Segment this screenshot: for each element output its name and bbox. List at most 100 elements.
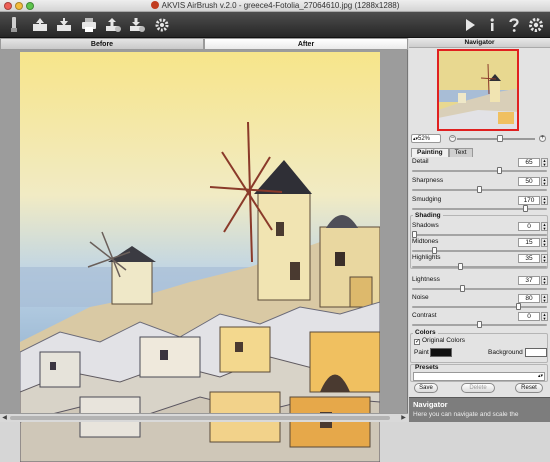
param-highlights: Highlights 35 ▲ ▼ xyxy=(412,254,548,272)
zoom-slider[interactable] xyxy=(457,135,535,142)
shadows-value-field[interactable]: 0 xyxy=(518,222,540,231)
checkbox-checked-icon: ✓ xyxy=(414,339,421,345)
highlights-value-field[interactable]: 35 xyxy=(518,254,540,263)
sharpness-slider-thumb[interactable] xyxy=(477,186,482,193)
color-swatches-row: Paint Background xyxy=(412,348,548,358)
help-icon[interactable] xyxy=(504,15,524,35)
noise-label: Noise xyxy=(412,294,429,301)
lightness-label: Lightness xyxy=(412,276,440,283)
zoom-controls: ▴▾ 52% − + xyxy=(411,134,548,144)
brush-tool-icon[interactable] xyxy=(4,15,24,35)
save-icon[interactable] xyxy=(54,15,74,35)
detail-slider[interactable] xyxy=(412,167,547,174)
shadows-slider[interactable] xyxy=(412,231,547,238)
scroll-right-icon[interactable]: ▶ xyxy=(399,414,408,422)
save-button[interactable]: Save xyxy=(414,383,438,393)
zoom-out-icon[interactable]: − xyxy=(449,135,456,142)
painted-image xyxy=(20,52,380,462)
background-color-swatch[interactable] xyxy=(525,348,547,357)
midtones-stepper[interactable]: ▲ ▼ xyxy=(541,238,548,247)
midtones-label: Midtones xyxy=(412,238,439,245)
highlights-stepper[interactable]: ▲ ▼ xyxy=(541,254,548,263)
run-icon[interactable] xyxy=(460,15,480,35)
tab-after[interactable]: After xyxy=(204,38,408,50)
open-icon[interactable] xyxy=(30,15,50,35)
info-icon[interactable] xyxy=(482,15,502,35)
highlights-label: Highlights xyxy=(412,254,441,261)
sharpness-label: Sharpness xyxy=(412,177,444,184)
original-colors-checkbox[interactable]: ✓ Original Colors xyxy=(414,337,465,345)
original-colors-label: Original Colors xyxy=(422,337,465,344)
noise-stepper[interactable]: ▲ ▼ xyxy=(541,294,548,303)
highlights-slider-thumb[interactable] xyxy=(457,263,463,270)
presets-group: Presets ▴▾ xyxy=(410,364,548,382)
midtones-value-field[interactable]: 15 xyxy=(518,238,540,247)
image-canvas[interactable]: ◀ ▶ xyxy=(0,50,408,462)
window-titlebar: AKVIS AirBrush v.2.0 - greece4-Fotolia_2… xyxy=(0,0,550,12)
contrast-value-field[interactable]: 0 xyxy=(518,312,540,321)
sharpness-value-field[interactable]: 50 xyxy=(518,177,540,186)
zoom-slider-thumb[interactable] xyxy=(496,135,503,142)
sharpness-slider[interactable] xyxy=(412,186,547,193)
tab-text[interactable]: Text xyxy=(448,148,473,157)
navigator-viewport-frame[interactable] xyxy=(437,49,519,131)
param-detail: Detail 65 ▲ ▼ xyxy=(412,158,548,176)
detail-slider-thumb[interactable] xyxy=(496,167,502,174)
reset-button[interactable]: Reset xyxy=(515,383,543,393)
lightness-value-field[interactable]: 37 xyxy=(518,276,540,285)
window-title-wrap: AKVIS AirBrush v.2.0 - greece4-Fotolia_2… xyxy=(0,1,550,10)
presets-select[interactable]: ▴▾ xyxy=(413,372,545,381)
noise-value-field[interactable]: 80 xyxy=(518,294,540,303)
delete-button[interactable]: Delete xyxy=(461,383,495,393)
settings-panel: Navigator ▴▾ 52% − + Painting Text Detai… xyxy=(409,38,550,422)
main-toolbar xyxy=(0,12,550,38)
contrast-stepper[interactable]: ▲ ▼ xyxy=(541,312,548,321)
midtones-slider[interactable] xyxy=(412,247,547,254)
shadows-slider-thumb[interactable] xyxy=(412,231,417,238)
noise-slider-thumb[interactable] xyxy=(516,303,521,310)
contrast-slider[interactable] xyxy=(412,321,547,328)
colors-title: Colors xyxy=(413,329,438,336)
zoom-in-icon[interactable]: + xyxy=(539,135,546,142)
horizontal-scrollbar[interactable]: ◀ ▶ xyxy=(0,413,408,422)
preferences-icon[interactable] xyxy=(526,15,546,35)
lightness-stepper[interactable]: ▲ ▼ xyxy=(541,276,548,285)
scrollbar-thumb[interactable] xyxy=(10,416,390,420)
zoom-value: 52% xyxy=(418,136,431,142)
navigator-title: Navigator xyxy=(409,38,550,48)
print-icon[interactable] xyxy=(79,15,99,35)
upload-icon[interactable] xyxy=(103,15,123,35)
paint-label: Paint xyxy=(414,349,429,356)
shadows-label: Shadows xyxy=(412,222,439,229)
contrast-slider-thumb[interactable] xyxy=(477,321,482,328)
midtones-slider-thumb[interactable] xyxy=(431,247,437,254)
shading-title: Shading xyxy=(413,212,443,219)
tab-painting[interactable]: Painting xyxy=(411,148,449,157)
help-title: Navigator xyxy=(413,400,448,409)
download-icon[interactable] xyxy=(127,15,147,35)
smudging-slider[interactable] xyxy=(412,205,547,212)
preset-buttons: Save Delete Reset xyxy=(409,383,550,395)
zoom-dropdown-icon: ▴▾ xyxy=(413,136,419,142)
contrast-label: Contrast xyxy=(412,312,437,319)
sharpness-stepper[interactable]: ▲ ▼ xyxy=(541,177,548,186)
highlights-slider[interactable] xyxy=(412,263,547,270)
shadows-stepper[interactable]: ▲ ▼ xyxy=(541,222,548,231)
lightness-slider[interactable] xyxy=(412,285,547,292)
zoom-select[interactable]: ▴▾ 52% xyxy=(411,134,441,143)
paint-color-swatch[interactable] xyxy=(430,348,452,357)
smudging-label: Smudging xyxy=(412,196,442,203)
lightness-slider-thumb[interactable] xyxy=(460,285,466,292)
detail-value-field[interactable]: 65 xyxy=(518,158,540,167)
detail-stepper[interactable]: ▲ ▼ xyxy=(541,158,548,167)
view-tabs: Before After xyxy=(0,38,408,50)
help-text: Here you can navigate and scale the xyxy=(413,411,519,418)
noise-slider[interactable] xyxy=(412,303,547,310)
smudging-slider-thumb[interactable] xyxy=(522,205,528,212)
smudging-value-field[interactable]: 170 xyxy=(518,196,540,205)
scroll-left-icon[interactable]: ◀ xyxy=(0,414,9,422)
tab-before[interactable]: Before xyxy=(0,38,204,50)
settings-gear-icon[interactable] xyxy=(152,15,172,35)
presets-dropdown-icon: ▴▾ xyxy=(537,373,543,379)
smudging-stepper[interactable]: ▲ ▼ xyxy=(541,196,548,205)
